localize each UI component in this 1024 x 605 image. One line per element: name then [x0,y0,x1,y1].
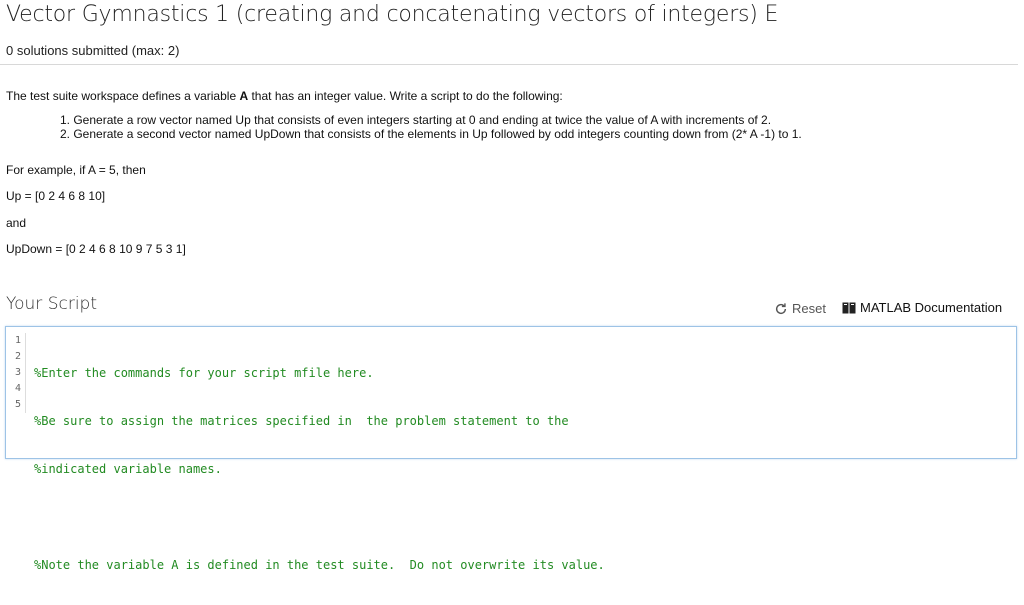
code-line[interactable]: %Be sure to assign the matrices specifie… [34,413,605,429]
instruction-list: 1. Generate a row vector named Up that c… [60,113,802,141]
script-editor[interactable]: 1 2 3 4 5 %Enter the commands for your s… [5,326,1017,572]
reset-button[interactable]: Reset [774,301,826,316]
variable-name: A [239,89,249,103]
line-number-gutter: 1 2 3 4 5 [6,333,26,413]
intro-text: The test suite workspace defines a varia… [6,89,240,103]
line-number: 1 [6,333,26,349]
example-and: and [6,216,27,230]
example-up: Up = [0 2 4 6 8 10] [6,189,106,203]
divider [0,64,1018,65]
line-number: 2 [6,349,26,365]
line-number: 3 [6,365,26,381]
doc-label: MATLAB Documentation [860,300,1003,315]
reset-label: Reset [792,301,826,316]
book-icon [842,302,856,313]
code-area[interactable]: %Enter the commands for your script mfil… [34,333,605,605]
instruction-step: 2. Generate a second vector named UpDown… [60,127,802,141]
code-line[interactable]: %Enter the commands for your script mfil… [34,365,605,381]
line-number: 5 [6,397,26,413]
script-heading: Your Script [6,294,98,314]
page-title: Vector Gymnastics 1 (creating and concat… [6,2,779,27]
refresh-icon [775,302,787,314]
code-line[interactable]: %Note the variable A is defined in the t… [34,557,605,573]
line-number: 4 [6,381,26,397]
code-line[interactable]: %indicated variable names. [34,461,605,477]
matlab-documentation-link[interactable]: MATLAB Documentation [842,300,1002,315]
intro-text-end: that has an integer value. Write a scrip… [248,89,563,103]
submission-count: 0 solutions submitted (max: 2) [6,43,180,58]
example-intro: For example, if A = 5, then [6,163,146,177]
instruction-step: 1. Generate a row vector named Up that c… [60,113,772,127]
problem-intro: The test suite workspace defines a varia… [6,89,563,103]
code-line[interactable] [34,509,605,525]
example-updown: UpDown = [0 2 4 6 8 10 9 7 5 3 1] [6,242,186,256]
